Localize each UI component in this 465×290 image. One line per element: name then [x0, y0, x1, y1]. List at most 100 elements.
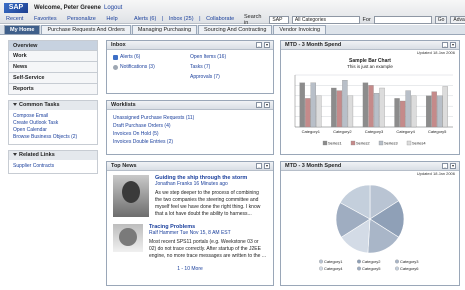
nav-help[interactable]: Help	[106, 16, 117, 22]
x-tick-label: Category4	[396, 129, 415, 134]
options-icon[interactable]: ▾	[450, 42, 456, 48]
bar	[425, 95, 432, 128]
bar-portlet-title: MTD - 3 Month Spend	[285, 42, 342, 48]
left-nav: Overview Work News Self-Service Reports	[8, 40, 98, 95]
go-button[interactable]: Go	[434, 16, 448, 24]
welcome-text: Welcome, Peter Greene	[34, 5, 101, 11]
bar	[331, 87, 337, 128]
nav-work[interactable]: Work	[8, 51, 98, 62]
bar	[310, 82, 316, 128]
nav-favorites[interactable]: Favorites	[34, 16, 57, 22]
bar	[431, 91, 437, 128]
minimize-icon[interactable]: _	[442, 163, 448, 169]
legend-swatch	[406, 140, 412, 146]
bar	[347, 95, 354, 128]
legend-label: Series1	[328, 141, 342, 146]
bar	[373, 93, 380, 128]
create-outlook-task-link[interactable]: Create Outlook Task	[13, 120, 93, 127]
common-tasks-header[interactable]: Common Tasks	[9, 101, 97, 110]
supplier-contracts-link[interactable]: Supplier Contracts	[13, 163, 93, 170]
search-input[interactable]	[373, 16, 432, 24]
alerts-link[interactable]: Alerts (6)	[134, 16, 156, 22]
search-scope-select[interactable]: SAP	[269, 16, 289, 24]
inbox-tasks-link[interactable]: Tasks (7)	[190, 64, 210, 70]
legend-label: Series2	[356, 141, 370, 146]
inbox-approvals-link[interactable]: Approvals (7)	[190, 74, 220, 80]
minimize-icon[interactable]: _	[256, 102, 262, 108]
nav-personalize[interactable]: Personalize	[67, 16, 96, 22]
legend-swatch	[378, 140, 384, 146]
worklist-item[interactable]: Draft Purchase Orders (4)	[113, 122, 267, 130]
bar	[442, 86, 448, 128]
legend-label: Category6	[400, 266, 419, 271]
logout-link[interactable]: Logout	[104, 5, 122, 11]
tab-my-home[interactable]: My Home	[4, 25, 41, 34]
common-tasks-title: Common Tasks	[19, 102, 60, 108]
collapse-triangle-icon	[13, 103, 17, 107]
tab-vendor-invoicing[interactable]: Vendor Invoicing	[273, 25, 327, 34]
alert-icon	[113, 54, 118, 60]
news-item: Guiding the ship through the storm Jonat…	[113, 175, 267, 218]
advanced-button[interactable]: Advanced	[450, 16, 465, 24]
nav-recent[interactable]: Recent	[6, 16, 23, 22]
top-nav: Recent Favorites Personalize Help	[6, 16, 127, 22]
options-icon[interactable]: ▾	[450, 163, 456, 169]
inbox-link[interactable]: Inbox (25)	[169, 16, 194, 22]
nav-reports[interactable]: Reports	[8, 84, 98, 95]
x-tick-label: Category1	[302, 129, 321, 134]
inbox-alerts-link[interactable]: Alerts (6)	[120, 54, 140, 60]
search-category-select[interactable]: All Categories	[291, 16, 360, 24]
related-links-header[interactable]: Related Links	[9, 151, 97, 160]
worklists-title: Worklists	[111, 102, 136, 108]
x-tick-label: Category3	[365, 129, 384, 134]
legend-label: Category3	[400, 259, 419, 264]
legend-swatch	[357, 259, 361, 264]
options-icon[interactable]: ▾	[264, 163, 270, 169]
worklist-item[interactable]: Invoices On Hold (5)	[113, 130, 267, 138]
news-meta: Ralf Hammer Tue Nov 15, 8 AM EST	[149, 230, 231, 236]
legend-swatch	[395, 266, 399, 271]
bar	[305, 98, 311, 128]
common-tasks-section: Common Tasks Compose Email Create Outloo…	[8, 100, 98, 145]
author-photo	[113, 175, 149, 217]
bar	[316, 95, 322, 128]
tab-purchase-requests[interactable]: Purchase Requests And Orders	[41, 25, 131, 34]
options-icon[interactable]: ▾	[264, 102, 270, 108]
worklists-portlet: Worklists _ ▾ Unassigned Purchase Request…	[106, 100, 274, 155]
legend-label: Category5	[362, 266, 381, 271]
related-links-section: Related Links Supplier Contracts	[8, 150, 98, 174]
bar-updated-text: Updated 18 Jan 2006	[416, 50, 455, 55]
news-pager[interactable]: 1 - 10 More	[113, 266, 267, 272]
app-header: SAP Welcome, Peter Greene Logout Recent …	[0, 0, 465, 26]
tab-managing-purchasing[interactable]: Managing Purchasing	[131, 25, 198, 34]
sap-logo: SAP	[4, 3, 28, 13]
legend-swatch	[350, 140, 356, 146]
options-icon[interactable]: ▾	[264, 42, 270, 48]
bar-chart-portlet: MTD - 3 Month Spend _ ▾ Updated 18 Jan 20…	[280, 40, 460, 155]
worklist-item[interactable]: Invoices Double Entries (2)	[113, 138, 267, 146]
minimize-icon[interactable]: _	[256, 42, 262, 48]
inbox-open-items-link[interactable]: Open Items (16)	[190, 54, 226, 60]
open-calendar-link[interactable]: Open Calendar	[13, 127, 93, 134]
minimize-icon[interactable]: _	[256, 163, 262, 169]
compose-email-link[interactable]: Compose Email	[13, 113, 93, 120]
for-label: For	[362, 17, 371, 23]
worklist-item[interactable]: Unassigned Purchase Requests (11)	[113, 114, 267, 122]
inbox-title: Inbox	[111, 42, 126, 48]
minimize-icon[interactable]: _	[442, 42, 448, 48]
tab-sourcing[interactable]: Sourcing And Contracting	[198, 25, 273, 34]
nav-self-service[interactable]: Self-Service	[8, 73, 98, 84]
news-title: Top News	[111, 163, 137, 169]
left-panel: Overview Work News Self-Service Reports …	[8, 40, 98, 174]
nav-news[interactable]: News	[8, 62, 98, 73]
nav-overview[interactable]: Overview	[8, 40, 98, 51]
collapse-triangle-icon	[13, 153, 17, 157]
bar	[342, 80, 348, 128]
bar	[299, 82, 305, 128]
x-tick-label: Category2	[333, 129, 352, 134]
top-news-portlet: Top News _ ▾ Guiding the ship through the…	[106, 161, 274, 286]
browse-business-objects-link[interactable]: Browse Business Objects (2)	[13, 134, 93, 141]
inbox-notifications-link[interactable]: Notifications (3)	[120, 64, 155, 70]
legend-label: Series4	[412, 141, 426, 146]
collaborate-link[interactable]: Collaborate	[206, 16, 234, 22]
